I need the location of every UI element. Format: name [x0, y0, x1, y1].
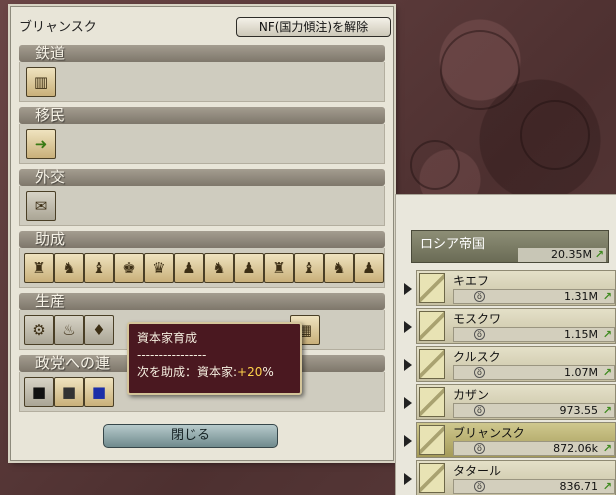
- map-thumbnail-icon: [419, 425, 445, 455]
- pop-capitalist-icon[interactable]: ♚: [114, 253, 144, 283]
- region-row[interactable]: タタール ö 836.71 ↗: [402, 460, 616, 495]
- region-value: 1.15M: [564, 328, 598, 341]
- expand-arrow-icon[interactable]: [404, 321, 412, 333]
- empire-name: ロシア帝国: [420, 237, 486, 252]
- category-diplomacy: 外交 ✉: [19, 169, 385, 226]
- party-black-icon[interactable]: ■: [24, 377, 54, 407]
- pop-serf-icon[interactable]: ♟: [354, 253, 384, 283]
- tooltip-title: 資本家育成: [137, 331, 198, 345]
- pop-artisan-icon[interactable]: ♞: [54, 253, 84, 283]
- category-header: 鉄道: [19, 45, 385, 62]
- region-name: キエフ: [453, 274, 490, 288]
- pop-officer-icon[interactable]: ♝: [294, 253, 324, 283]
- province-ranking-panel: ロシア帝国 20.35M ↗ キエフ ö 1.31M ↗ モスクワ ö 1.15…: [395, 194, 616, 495]
- region-value-bar: ö 973.55 ↗: [453, 403, 615, 418]
- region-value: 973.55: [559, 404, 599, 417]
- pop-clerk-icon[interactable]: ♟: [174, 253, 204, 283]
- migration-icon[interactable]: ➜: [26, 129, 56, 159]
- population-icon: ö: [474, 443, 485, 454]
- pop-clergy-icon[interactable]: ♛: [144, 253, 174, 283]
- region-name: クルスク: [453, 350, 501, 364]
- trend-up-icon: ↗: [602, 366, 612, 379]
- category-railroad: 鉄道 ▥: [19, 45, 385, 102]
- trend-up-icon: ↗: [602, 290, 612, 303]
- region-value-bar: ö 1.07M ↗: [453, 365, 615, 380]
- expand-arrow-icon[interactable]: [404, 359, 412, 371]
- rail-icon[interactable]: ▥: [26, 67, 56, 97]
- trend-up-icon: ↗: [602, 442, 612, 455]
- map-thumbnail-icon: [419, 349, 445, 379]
- pop-soldier-icon[interactable]: ♞: [324, 253, 354, 283]
- tooltip-divider: ----------------: [137, 348, 207, 362]
- category-encourage-pops: 助成 ♜ ♞ ♝ ♚ ♛ ♟ ♞ ♟ ♜ ♝ ♞ ♟: [19, 231, 385, 288]
- population-icon: ö: [474, 367, 485, 378]
- empire-summary[interactable]: ロシア帝国 20.35M ↗: [411, 230, 609, 263]
- region-row-selected[interactable]: ブリャンスク ö 872.06k ↗: [402, 422, 616, 458]
- empire-value: 20.35M ↗: [518, 248, 606, 262]
- region-row[interactable]: モスクワ ö 1.15M ↗: [402, 308, 616, 344]
- expand-arrow-icon[interactable]: [404, 397, 412, 409]
- trend-up-icon: ↗: [602, 328, 612, 341]
- party-blue-icon[interactable]: ■: [84, 377, 114, 407]
- expand-arrow-icon[interactable]: [404, 473, 412, 485]
- panel-title: ブリャンスク: [19, 20, 97, 35]
- pop-labourer-icon[interactable]: ♜: [264, 253, 294, 283]
- tooltip-effect-label: 次を助成：資本家:: [137, 365, 238, 379]
- region-value-bar: ö 872.06k ↗: [453, 441, 615, 456]
- region-row[interactable]: カザン ö 973.55 ↗: [402, 384, 616, 420]
- expand-arrow-icon[interactable]: [404, 435, 412, 447]
- map-thumbnail-icon: [419, 387, 445, 417]
- background-ornament: [440, 30, 520, 110]
- region-name: モスクワ: [453, 312, 502, 326]
- pop-craftsman-icon[interactable]: ♞: [204, 253, 234, 283]
- region-value-bar: ö 1.15M ↗: [453, 327, 615, 342]
- cancel-national-focus-button[interactable]: NF(国力傾注)を解除: [236, 17, 391, 37]
- region-name: カザン: [453, 388, 490, 402]
- expand-arrow-icon[interactable]: [404, 283, 412, 295]
- tooltip-effect-unit: %: [262, 365, 274, 379]
- population-icon: ö: [474, 291, 485, 302]
- category-header: 生産: [19, 293, 385, 310]
- region-name: タタール: [453, 464, 502, 478]
- population-icon: ö: [474, 481, 485, 492]
- map-thumbnail-icon: [419, 273, 445, 303]
- population-icon: ö: [474, 405, 485, 416]
- population-icon: ö: [474, 329, 485, 340]
- region-row[interactable]: キエフ ö 1.31M ↗: [402, 270, 616, 306]
- party-grey-icon[interactable]: ■: [54, 377, 84, 407]
- factory-icon[interactable]: ⚙: [24, 315, 54, 345]
- diplomacy-icon[interactable]: ✉: [26, 191, 56, 221]
- tooltip-effect-line: 次を助成：資本家:+20%: [137, 364, 292, 381]
- region-value-bar: ö 836.71 ↗: [453, 479, 615, 494]
- liquor-icon[interactable]: ♦: [84, 315, 114, 345]
- trend-up-icon: ↗: [602, 404, 612, 417]
- map-thumbnail-icon: [419, 311, 445, 341]
- oil-icon[interactable]: ♨: [54, 315, 84, 345]
- trend-up-icon: ↗: [594, 248, 604, 261]
- background-ornament: [520, 100, 590, 170]
- region-name: ブリャンスク: [453, 426, 525, 440]
- pop-aristocrat-icon[interactable]: ♜: [24, 253, 54, 283]
- category-header: 助成: [19, 231, 385, 248]
- category-header: 移民: [19, 107, 385, 124]
- category-header: 外交: [19, 169, 385, 186]
- tooltip-effect-value: +20: [237, 365, 263, 379]
- background-ornament: [410, 140, 460, 190]
- region-value: 1.31M: [564, 290, 598, 303]
- region-value: 872.06k: [553, 442, 598, 455]
- map-thumbnail-icon: [419, 463, 445, 493]
- trend-up-icon: ↗: [602, 480, 612, 493]
- region-value: 1.07M: [564, 366, 598, 379]
- pop-farmer-icon[interactable]: ♟: [234, 253, 264, 283]
- focus-tooltip: 資本家育成 ---------------- 次を助成：資本家:+20%: [127, 322, 302, 395]
- close-button[interactable]: 閉じる: [103, 424, 278, 448]
- pop-bureaucrat-icon[interactable]: ♝: [84, 253, 114, 283]
- region-value: 836.71: [559, 480, 599, 493]
- region-row[interactable]: クルスク ö 1.07M ↗: [402, 346, 616, 382]
- category-migration: 移民 ➜: [19, 107, 385, 164]
- region-value-bar: ö 1.31M ↗: [453, 289, 615, 304]
